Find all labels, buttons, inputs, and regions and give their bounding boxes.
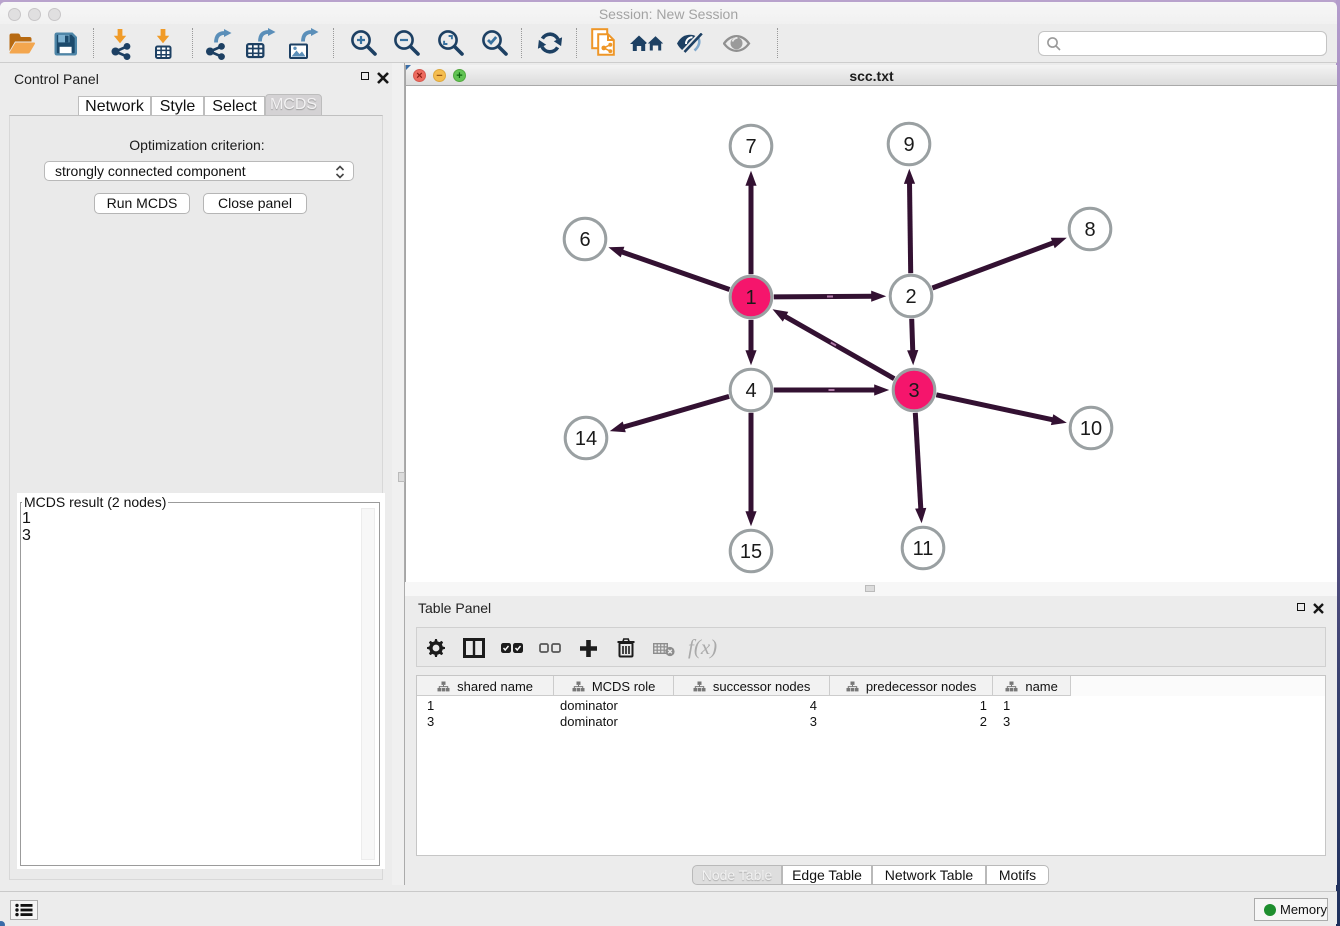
svg-text:10: 10	[1080, 418, 1102, 440]
svg-text:8: 8	[1084, 219, 1095, 241]
svg-text:2: 2	[905, 286, 916, 308]
svg-text:15: 15	[740, 541, 762, 563]
svg-text:1: 1	[745, 287, 756, 309]
svg-text:14: 14	[575, 428, 597, 450]
svg-text:4: 4	[745, 380, 756, 402]
svg-text:9: 9	[903, 134, 914, 156]
svg-text:7: 7	[745, 136, 756, 158]
svg-text:3: 3	[908, 380, 919, 402]
svg-text:11: 11	[913, 538, 934, 560]
svg-text:6: 6	[579, 229, 590, 251]
